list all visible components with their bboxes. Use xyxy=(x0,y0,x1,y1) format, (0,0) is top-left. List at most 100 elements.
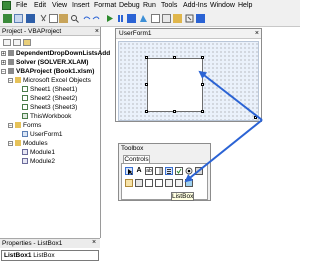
help-icon[interactable] xyxy=(196,14,205,23)
combobox-icon[interactable] xyxy=(155,167,163,175)
view-excel-icon[interactable] xyxy=(3,14,12,23)
view-object-icon[interactable] xyxy=(13,39,21,46)
properties-window-icon[interactable] xyxy=(162,14,171,23)
resize-handle[interactable] xyxy=(173,56,176,59)
resize-handle[interactable] xyxy=(145,56,148,59)
form-resize-handle[interactable] xyxy=(254,116,257,119)
project-explorer-title: Project - VBAProject xyxy=(0,27,100,36)
menu-tools[interactable]: Tools xyxy=(161,1,177,11)
tree-item-sheet1[interactable]: Sheet1 (Sheet1) xyxy=(22,85,77,94)
selected-object-name: ListBox1 xyxy=(4,252,32,259)
frame-icon[interactable] xyxy=(125,179,133,187)
run-icon[interactable] xyxy=(105,14,114,23)
resize-handle[interactable] xyxy=(201,110,204,113)
collapse-icon[interactable]: − xyxy=(8,123,13,129)
module-icon xyxy=(22,149,28,155)
collapse-icon[interactable]: − xyxy=(1,69,6,75)
menu-help[interactable]: Help xyxy=(238,1,252,11)
tree-item-module1[interactable]: Module1 xyxy=(22,148,55,157)
userform-window-title: UserForm1 xyxy=(119,30,152,37)
checkbox-icon[interactable] xyxy=(175,167,183,175)
listbox-tooltip: ListBox xyxy=(171,192,194,201)
resize-handle[interactable] xyxy=(145,83,148,86)
optionbutton-icon[interactable] xyxy=(185,167,193,175)
workbook-icon xyxy=(22,113,28,119)
copy-icon[interactable] xyxy=(49,14,58,23)
menu-debug[interactable]: Debug xyxy=(119,1,140,11)
scrollbar-icon[interactable] xyxy=(165,179,173,187)
design-mode-icon[interactable] xyxy=(139,14,148,23)
menu-insert[interactable]: Insert xyxy=(72,1,90,11)
paste-icon[interactable] xyxy=(59,14,68,23)
commandbutton-icon[interactable] xyxy=(135,179,143,187)
undo-icon[interactable] xyxy=(82,14,91,23)
tree-item-dependentdropdownlists[interactable]: + DependentDropDownListsAdd xyxy=(1,49,110,58)
resize-handle[interactable] xyxy=(145,110,148,113)
folder-icon xyxy=(15,140,21,146)
save-icon[interactable] xyxy=(26,14,35,23)
reset-icon[interactable] xyxy=(127,14,136,23)
tree-item-modules[interactable]: − Modules xyxy=(8,139,48,148)
toolbox-icon[interactable] xyxy=(185,14,194,23)
view-code-icon[interactable] xyxy=(3,39,11,46)
find-icon[interactable] xyxy=(70,14,79,23)
redo-icon[interactable] xyxy=(92,14,101,23)
close-icon[interactable]: × xyxy=(255,29,259,39)
tree-item-excel-objects[interactable]: − Microsoft Excel Objects xyxy=(8,76,91,85)
textbox-ab-icon[interactable]: ab xyxy=(145,167,153,175)
vba-project-icon xyxy=(8,68,14,74)
toggle-folders-icon[interactable] xyxy=(23,39,31,46)
tree-item-solver[interactable]: + Solver (SOLVER.XLAM) xyxy=(1,58,88,67)
tabstrip-icon[interactable] xyxy=(145,179,153,187)
resize-handle[interactable] xyxy=(201,56,204,59)
label-A-icon[interactable]: A xyxy=(135,167,143,175)
image-icon[interactable] xyxy=(185,179,193,187)
listbox-icon[interactable] xyxy=(165,167,173,175)
menu-edit[interactable]: Edit xyxy=(34,1,46,11)
expand-icon[interactable]: + xyxy=(1,51,6,57)
close-icon[interactable]: × xyxy=(95,27,99,36)
selected-object-type: ListBox xyxy=(33,252,55,259)
properties-object-select[interactable]: ListBox1 ListBox xyxy=(1,250,99,261)
folder-icon xyxy=(15,77,21,83)
project-explorer-panel: Project - VBAProject × + DependentDropDow… xyxy=(0,27,110,238)
properties-panel-title: Properties - ListBox1 xyxy=(0,238,100,248)
listbox-control[interactable] xyxy=(147,58,203,112)
multipage-icon[interactable] xyxy=(155,179,163,187)
tree-item-sheet2[interactable]: Sheet2 (Sheet2) xyxy=(22,94,77,103)
spinbutton-icon[interactable] xyxy=(175,179,183,187)
select-arrow-icon[interactable] xyxy=(125,167,133,175)
tree-item-forms[interactable]: − Forms xyxy=(8,121,41,130)
toolbox-controls-panel: A ab xyxy=(121,163,208,200)
menu-file[interactable]: File xyxy=(16,1,27,11)
cut-icon[interactable] xyxy=(39,14,48,23)
toolbox-title: Toolbox xyxy=(121,145,144,152)
excel-app-icon[interactable] xyxy=(2,1,11,10)
collapse-icon[interactable]: − xyxy=(8,78,13,84)
tree-item-thisworkbook[interactable]: ThisWorkbook xyxy=(22,112,71,121)
tree-item-userform1[interactable]: UserForm1 xyxy=(22,130,63,139)
tree-item-module2[interactable]: Module2 xyxy=(22,157,55,166)
pause-icon[interactable] xyxy=(116,14,125,23)
userform-icon xyxy=(22,131,28,137)
resize-handle[interactable] xyxy=(201,83,204,86)
object-browser-icon[interactable] xyxy=(173,14,182,23)
userform-canvas[interactable] xyxy=(118,41,259,121)
tree-item-vbaproject[interactable]: − VBAProject (Book1.xlsm) xyxy=(1,67,94,76)
insert-userform-icon[interactable] xyxy=(14,14,23,23)
menu-run[interactable]: Run xyxy=(143,1,156,11)
menu-view[interactable]: View xyxy=(52,1,67,11)
project-explorer-icon[interactable] xyxy=(151,14,160,23)
close-icon[interactable]: × xyxy=(92,238,96,248)
menu-bar: File Edit View Insert Format Debug Run T… xyxy=(0,0,300,12)
menu-format[interactable]: Format xyxy=(94,1,116,11)
menu-add-ins[interactable]: Add-Ins xyxy=(183,1,207,11)
menu-window[interactable]: Window xyxy=(210,1,235,11)
resize-handle[interactable] xyxy=(173,110,176,113)
togglebutton-icon[interactable] xyxy=(195,167,203,175)
worksheet-icon xyxy=(22,95,28,101)
expand-icon[interactable]: + xyxy=(1,60,6,66)
collapse-icon[interactable]: − xyxy=(8,141,13,147)
vba-project-icon xyxy=(8,50,14,56)
tree-item-sheet3[interactable]: Sheet3 (Sheet3) xyxy=(22,103,77,112)
